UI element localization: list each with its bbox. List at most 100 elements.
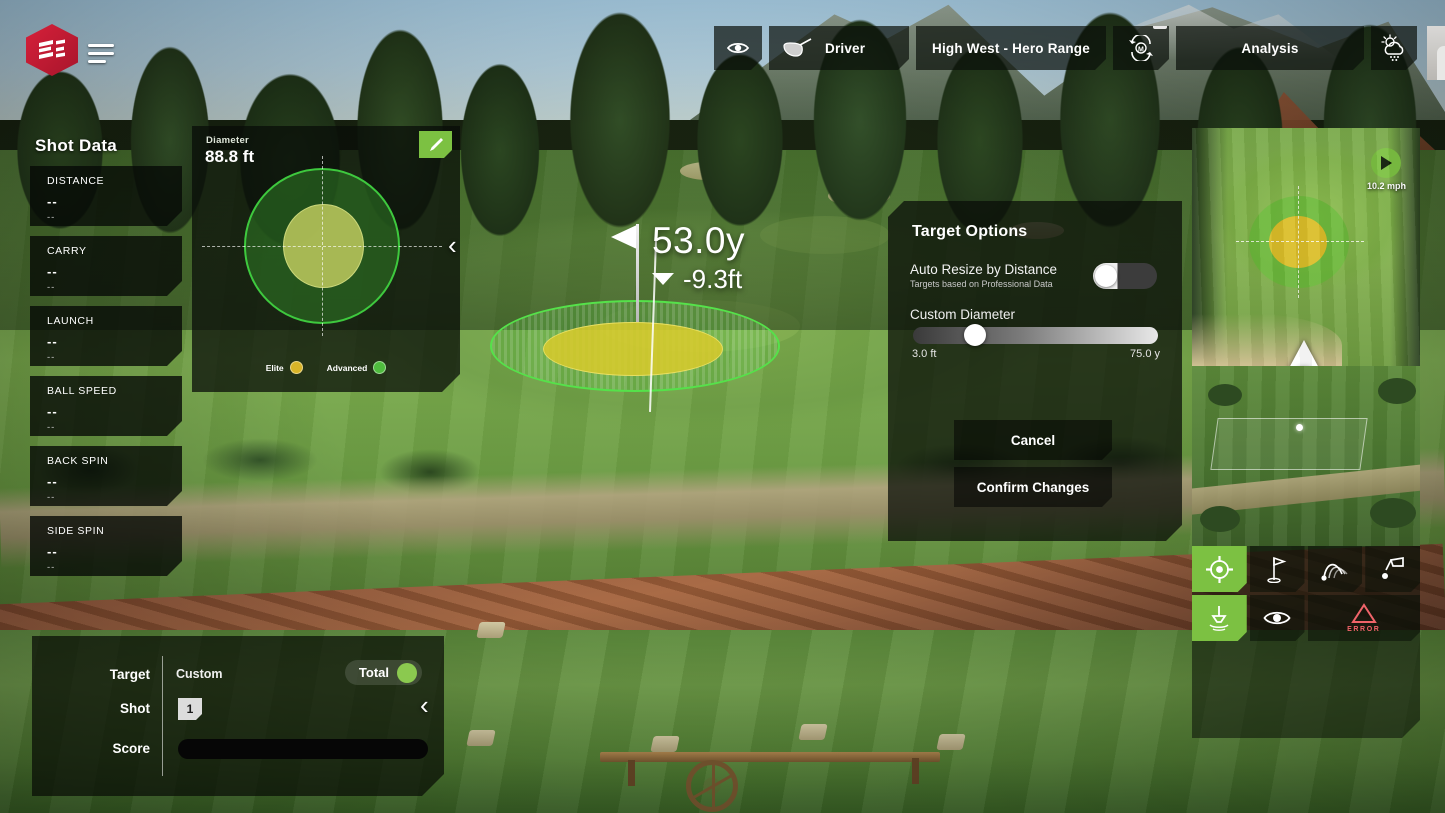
sd-subvalue: --: [47, 562, 56, 573]
elevation-readout: -9.3ft: [652, 266, 745, 292]
cancel-button[interactable]: Cancel: [954, 420, 1112, 460]
shot-data-row-launch: LAUNCH -- --: [30, 306, 182, 366]
shot-data-row-back-spin: BACK SPIN -- --: [30, 446, 182, 506]
target-rings-graphic: [244, 168, 400, 324]
shot-data-row-side-spin: SIDE SPIN -- --: [30, 516, 182, 576]
tee-tool-button[interactable]: [1192, 595, 1247, 641]
score-panel: Target Shot Score Custom 1 Total: [32, 636, 444, 796]
legend-item-advanced: Advanced: [327, 361, 387, 374]
wind-indicator: 10.2 mph: [1367, 148, 1406, 191]
sd-subvalue: --: [47, 282, 56, 293]
club-selector-button[interactable]: Driver: [769, 26, 909, 70]
shot-number-field[interactable]: 1: [178, 698, 202, 720]
shot-data-panel: Shot Data DISTANCE -- -- CARRY -- -- LAU…: [30, 136, 190, 576]
shot-data-row-ball-speed: BALL SPEED -- --: [30, 376, 182, 436]
aerial-target-view[interactable]: 10.2 mph: [1192, 128, 1420, 366]
error-indicator-button[interactable]: ERROR: [1308, 595, 1421, 641]
flag-pin-icon: [1265, 555, 1289, 583]
sd-value: --: [47, 404, 58, 419]
analysis-label: Analysis: [1241, 40, 1299, 56]
target-zone-inner: [543, 322, 723, 376]
sd-label: CARRY: [47, 245, 87, 257]
putting-tool-button[interactable]: [1365, 546, 1420, 592]
eye-icon: [727, 41, 749, 55]
mode-button[interactable]: M ∞: [1113, 26, 1169, 70]
flagstick-icon: [611, 224, 642, 322]
diameter-panel-collapse-button[interactable]: ‹: [448, 232, 457, 258]
sd-label: DISTANCE: [47, 175, 105, 187]
sd-value: --: [47, 544, 58, 559]
score-panel-collapse-button[interactable]: ‹: [420, 692, 1431, 718]
course-label: High West - Hero Range: [932, 40, 1090, 56]
target-value: Custom: [176, 667, 223, 681]
top-navigation-bar: Driver High West - Hero Range M ∞ Analys…: [714, 26, 1445, 70]
minimap-tool-grid: ERROR: [1192, 546, 1420, 644]
hamburger-menu[interactable]: [88, 44, 114, 63]
sd-label: SIDE SPIN: [47, 525, 105, 537]
distance-readout: 53.0y -9.3ft: [652, 222, 745, 292]
crosshair-target-icon: [1206, 556, 1233, 583]
diameter-label: Diameter: [206, 135, 250, 146]
range-overhead-view[interactable]: [1192, 366, 1420, 546]
shot-data-row-distance: DISTANCE -- --: [30, 166, 182, 226]
shot-data-title: Shot Data: [35, 136, 118, 155]
custom-diameter-label: Custom Diameter: [910, 307, 1016, 322]
target-diameter-panel: Diameter 88.8 ft Elite Advanced: [192, 126, 460, 392]
auto-resize-toggle[interactable]: [1093, 263, 1157, 289]
diameter-value: 88.8 ft: [205, 147, 255, 166]
score-label: Score: [112, 741, 150, 756]
error-label: ERROR: [1347, 626, 1381, 633]
app-logo[interactable]: [26, 24, 82, 80]
legend-label: Elite: [265, 362, 284, 373]
sd-label: BACK SPIN: [47, 455, 109, 467]
slider-max-label: 75.0 y: [1130, 348, 1160, 360]
driver-club-icon: [781, 38, 815, 58]
shot-data-row-carry: CARRY -- --: [30, 236, 182, 296]
wind-direction-arrow-icon: [1371, 148, 1401, 178]
svg-text:M: M: [1138, 47, 1144, 54]
wind-speed-label: 10.2 mph: [1366, 181, 1406, 191]
custom-diameter-slider[interactable]: [913, 327, 1158, 344]
trajectory-arc-icon: [1320, 556, 1350, 582]
target-tool-button[interactable]: [1192, 546, 1247, 592]
edit-target-button[interactable]: [419, 131, 452, 158]
putting-hand-icon: [1379, 556, 1407, 582]
confirm-changes-button[interactable]: Confirm Changes: [954, 467, 1112, 507]
minimap-panel: 10.2 mph 0 100 200 300: [1192, 128, 1420, 738]
legend-dot-elite: [290, 361, 303, 374]
pin-tool-button[interactable]: [1250, 546, 1305, 592]
sd-label: BALL SPEED: [47, 385, 117, 397]
sd-value: --: [47, 334, 58, 349]
view-tool-button[interactable]: [1250, 595, 1305, 641]
weather-button[interactable]: [1371, 26, 1417, 70]
weather-sun-cloud-icon: [1379, 34, 1409, 62]
distance-value: 53.0y: [652, 220, 746, 261]
toggle-knob: [1095, 265, 1117, 287]
sd-subvalue: --: [47, 352, 56, 363]
total-label: Total: [358, 665, 389, 680]
course-selector-button[interactable]: High West - Hero Range: [916, 26, 1106, 70]
custom-diameter-slider-handle[interactable]: [964, 324, 986, 346]
sd-label: LAUNCH: [47, 315, 94, 327]
aerial-ring-outer: [1249, 196, 1349, 288]
legend-dot-advanced: [373, 361, 386, 374]
sd-value: --: [47, 194, 58, 209]
triangle-down-icon: [652, 273, 674, 285]
player-avatar[interactable]: [1427, 26, 1445, 80]
sd-value: --: [47, 264, 58, 279]
sd-subvalue: --: [47, 212, 56, 223]
eye-icon: [1263, 609, 1291, 627]
total-toggle[interactable]: Total: [345, 660, 422, 685]
pencil-edit-icon: [428, 137, 444, 153]
trajectory-tool-button[interactable]: [1308, 546, 1363, 592]
view-toggle-button[interactable]: [714, 26, 762, 70]
legend-label: Advanced: [326, 362, 368, 373]
analysis-button[interactable]: Analysis: [1176, 26, 1364, 70]
sd-subvalue: --: [47, 492, 56, 503]
legend-item-elite: Elite: [266, 361, 303, 374]
warning-triangle-icon: [1351, 603, 1377, 624]
score-bar: [178, 739, 428, 759]
shot-label: Shot: [120, 701, 150, 716]
mode-refresh-icon: M: [1126, 35, 1156, 61]
target-label: Target: [109, 667, 150, 682]
